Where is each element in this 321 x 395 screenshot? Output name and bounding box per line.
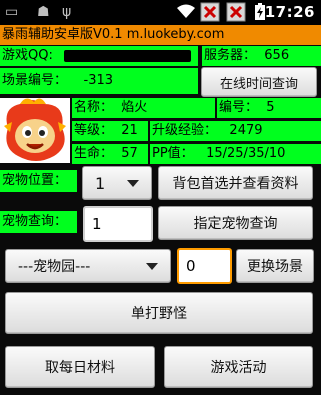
pet-exp-field: 升级经验： 2479 [150,121,321,141]
pet-hp-value: 57 [121,146,138,161]
server-field: 服务器： 656 [202,46,321,66]
chevron-down-icon [146,262,158,270]
pet-pp-value: 15/25/35/10 [206,146,286,161]
pet-query-label: 宠物查询： [0,211,77,233]
pet-level-value: 21 [121,123,138,138]
query-pet-button[interactable]: 指定宠物查询 [158,206,313,240]
change-scene-button[interactable]: 更换场景 [236,249,314,283]
pet-position-selected: 1 [95,173,106,193]
pet-name-label: 名称： [74,100,114,115]
pet-name-value: 焰火 [121,100,148,115]
scene-select-selected: ---宠物园--- [18,259,91,275]
select-backpack-first-button[interactable]: 背包首选并查看资料 [158,166,313,200]
scene-field: 场景编号： -313 [0,68,198,94]
scene-value: -313 [83,73,114,88]
online-time-query-button[interactable]: 在线时间查询 [201,67,317,97]
server-value: 656 [264,48,290,63]
pet-position-select[interactable]: 1 [82,166,152,200]
app-title: 暴雨辅助安卓版V0.1 m.luokeby.com [0,25,321,45]
wifi-icon [176,3,196,23]
pet-position-label: 宠物位置： [0,170,77,192]
pet-name-field: 名称： 焰火 [72,98,215,118]
scene-label: 场景编号： [2,73,68,88]
pet-avatar [0,98,70,163]
notification-error-icon [200,2,220,26]
pet-hp-field: 生命： 57 [72,144,148,164]
pet-number-field: 编号： 5 [217,98,321,118]
usb-icon: ψ [62,4,72,20]
pet-exp-label: 升级经验： [152,123,218,138]
qq-label: 游戏QQ: [2,48,53,63]
server-label: 服务器： [204,48,257,63]
pet-pp-field: PP值： 15/25/35/10 [150,144,321,164]
pet-hp-label: 生命： [74,146,114,161]
qq-redacted-value [64,50,191,62]
pet-number-label: 编号： [219,100,259,115]
game-activity-button[interactable]: 游戏活动 [164,346,313,388]
battery-saver-icon: ▭ [5,4,19,20]
pet-number-value: 5 [266,100,275,115]
status-bar: ▭ ☗ ψ 17:26 [0,0,321,25]
pet-level-label: 等级： [74,123,114,138]
chevron-down-icon [127,179,139,187]
pet-exp-value: 2479 [229,123,263,138]
clock: 17:26 [264,3,315,21]
scene-number-input[interactable]: 0 [177,248,232,284]
scene-select[interactable]: ---宠物园--- [5,249,171,283]
pet-query-input[interactable]: 1 [83,206,153,242]
notification-error-icon [226,2,246,26]
pet-level-field: 等级： 21 [72,121,148,141]
qq-field: 游戏QQ: [0,46,198,66]
get-daily-materials-button[interactable]: 取每日材料 [5,346,155,388]
single-fight-wild-button[interactable]: 单打野怪 [5,292,313,334]
pet-pp-label: PP值： [152,146,194,161]
android-debug-icon: ☗ [37,4,50,20]
